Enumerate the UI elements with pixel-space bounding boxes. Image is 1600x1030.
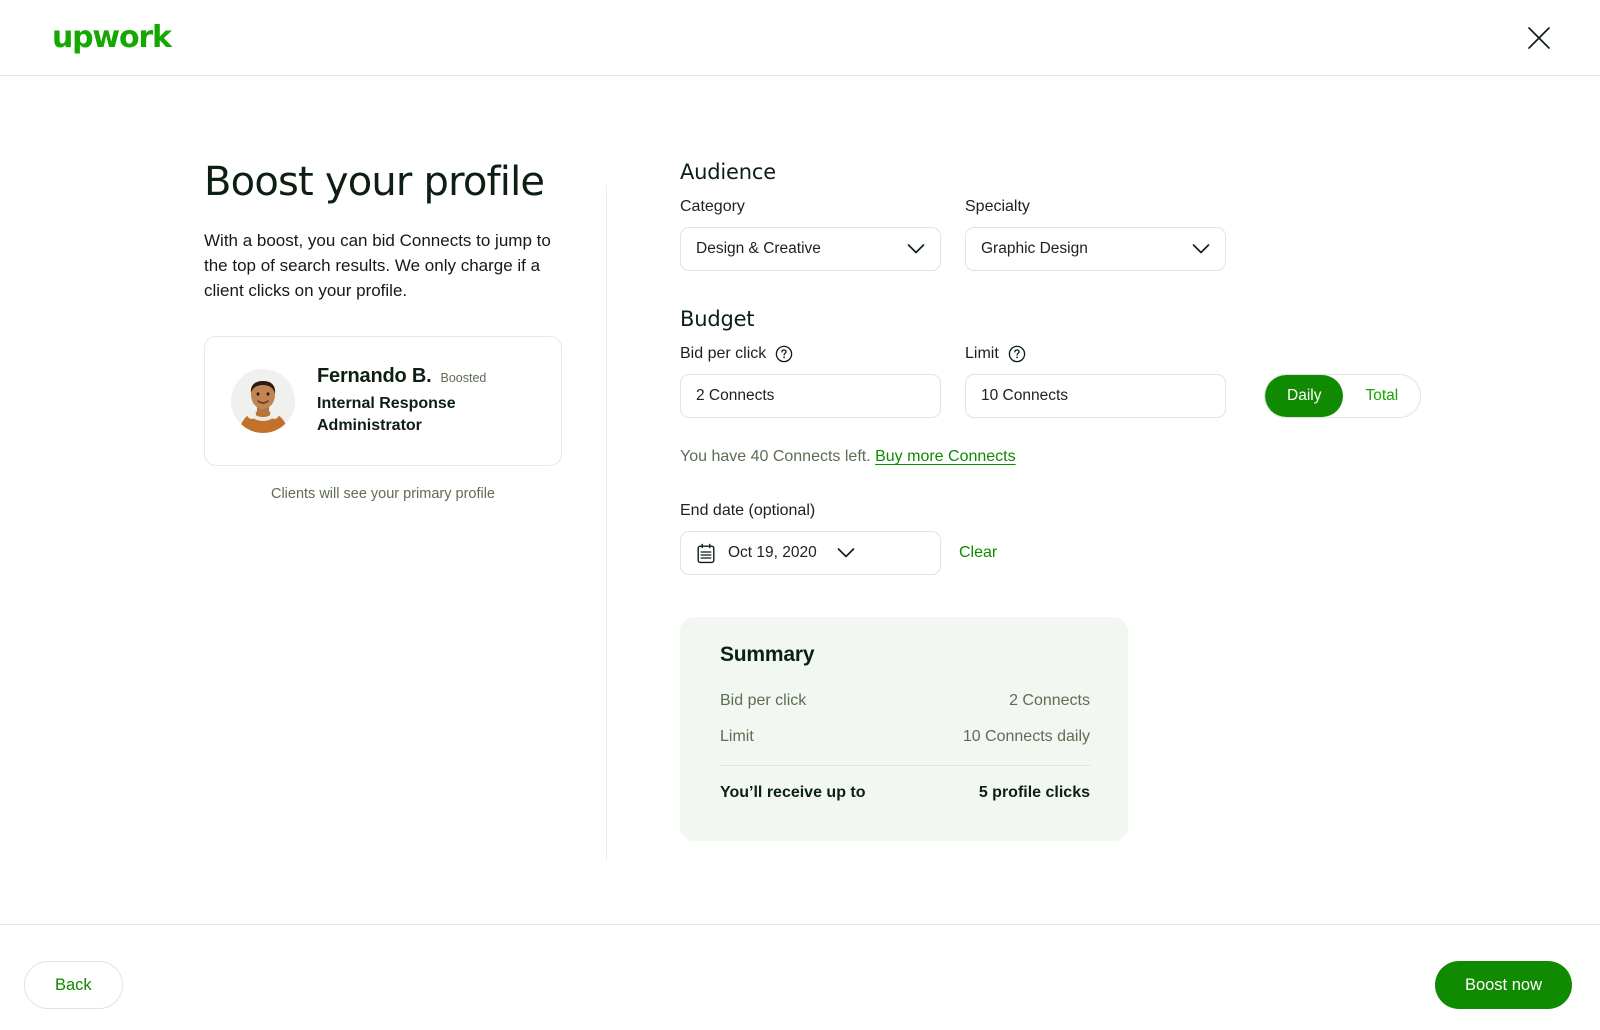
modal-header: upwork	[0, 0, 1600, 76]
avatar	[231, 369, 295, 433]
summary-title: Summary	[720, 643, 1090, 667]
limit-period-toggle: Daily Total	[1264, 374, 1421, 418]
category-select[interactable]: Design & Creative	[680, 227, 941, 271]
panel-divider	[606, 185, 607, 861]
summary-row-value: 2 Connects	[1009, 692, 1090, 710]
modal-footer: Back Boost now	[0, 924, 1600, 1030]
limit-label-text: Limit	[965, 345, 999, 363]
connects-balance-text: You have 40 Connects left.	[680, 448, 871, 465]
summary-row-value: 10 Connects daily	[963, 728, 1090, 746]
summary-row-label: Limit	[720, 728, 754, 746]
help-icon[interactable]	[775, 345, 793, 363]
end-date-value: Oct 19, 2020	[728, 544, 817, 562]
profile-preview-card: Fernando B. Boosted Internal Response Ad…	[204, 336, 562, 466]
chevron-down-icon	[1192, 243, 1210, 255]
summary-total-label: You’ll receive up to	[720, 784, 866, 802]
calendar-icon	[696, 543, 716, 564]
chevron-down-icon	[907, 243, 925, 255]
primary-profile-note: Clients will see your primary profile	[204, 486, 562, 502]
limit-input[interactable]: 10 Connects	[965, 374, 1226, 418]
boost-profile-modal: upwork Boost your profile With a boost, …	[0, 0, 1600, 1030]
page-description: With a boost, you can bid Connects to ju…	[204, 228, 564, 303]
limit-value: 10 Connects	[981, 387, 1210, 405]
audience-fields: Category Design & Creative Specialty Gra…	[680, 198, 1440, 271]
bid-per-click-input[interactable]: 2 Connects	[680, 374, 941, 418]
limit-label: Limit	[965, 345, 1226, 363]
profile-job-title: Internal Response Administrator	[317, 393, 517, 437]
bid-per-click-label: Bid per click	[680, 345, 941, 363]
help-icon[interactable]	[1008, 345, 1026, 363]
audience-section-title: Audience	[680, 160, 1440, 184]
boosted-badge: Boosted	[440, 371, 486, 385]
profile-card-text: Fernando B. Boosted Internal Response Ad…	[317, 365, 517, 437]
specialty-field: Specialty Graphic Design	[965, 198, 1226, 271]
bid-per-click-field: Bid per click 2 Connects	[680, 345, 941, 418]
specialty-select[interactable]: Graphic Design	[965, 227, 1226, 271]
boost-now-button[interactable]: Boost now	[1435, 961, 1572, 1009]
page-title: Boost your profile	[204, 158, 574, 206]
buy-more-connects-link[interactable]: Buy more Connects	[875, 448, 1016, 465]
connects-balance-line: You have 40 Connects left. Buy more Conn…	[680, 448, 1440, 466]
summary-total-value: 5 profile clicks	[979, 784, 1090, 802]
specialty-value: Graphic Design	[981, 240, 1184, 258]
limit-field: Limit 10 Connects	[965, 345, 1226, 418]
summary-total-row: You’ll receive up to 5 profile clicks	[720, 765, 1090, 811]
specialty-label: Specialty	[965, 198, 1226, 216]
close-icon[interactable]	[1522, 21, 1556, 55]
end-date-label: End date (optional)	[680, 502, 1440, 520]
right-panel: Audience Category Design & Creative Spec…	[680, 160, 1440, 841]
chevron-down-icon	[837, 547, 855, 559]
end-date-field: End date (optional) Oct 19, 2020 Clear	[680, 502, 1440, 575]
back-button[interactable]: Back	[24, 961, 123, 1009]
end-date-row: Oct 19, 2020 Clear	[680, 531, 1440, 575]
toggle-option-total[interactable]: Total	[1343, 375, 1420, 417]
summary-row-label: Bid per click	[720, 692, 806, 710]
summary-card: Summary Bid per click 2 Connects Limit 1…	[680, 617, 1128, 841]
clear-date-button[interactable]: Clear	[959, 544, 997, 562]
budget-fields: Bid per click 2 Connects Limit	[680, 345, 1440, 418]
summary-row: Bid per click 2 Connects	[720, 683, 1090, 719]
toggle-option-daily[interactable]: Daily	[1265, 375, 1343, 417]
category-field: Category Design & Creative	[680, 198, 941, 271]
category-value: Design & Creative	[696, 240, 899, 258]
summary-row: Limit 10 Connects daily	[720, 719, 1090, 755]
end-date-picker[interactable]: Oct 19, 2020	[680, 531, 941, 575]
profile-name-row: Fernando B. Boosted	[317, 365, 517, 388]
category-label: Category	[680, 198, 941, 216]
left-panel: Boost your profile With a boost, you can…	[204, 158, 574, 303]
bid-per-click-value: 2 Connects	[696, 387, 925, 405]
upwork-logo: upwork	[52, 22, 171, 54]
profile-name: Fernando B.	[317, 365, 431, 388]
budget-section-title: Budget	[680, 307, 1440, 331]
bid-per-click-label-text: Bid per click	[680, 345, 766, 363]
